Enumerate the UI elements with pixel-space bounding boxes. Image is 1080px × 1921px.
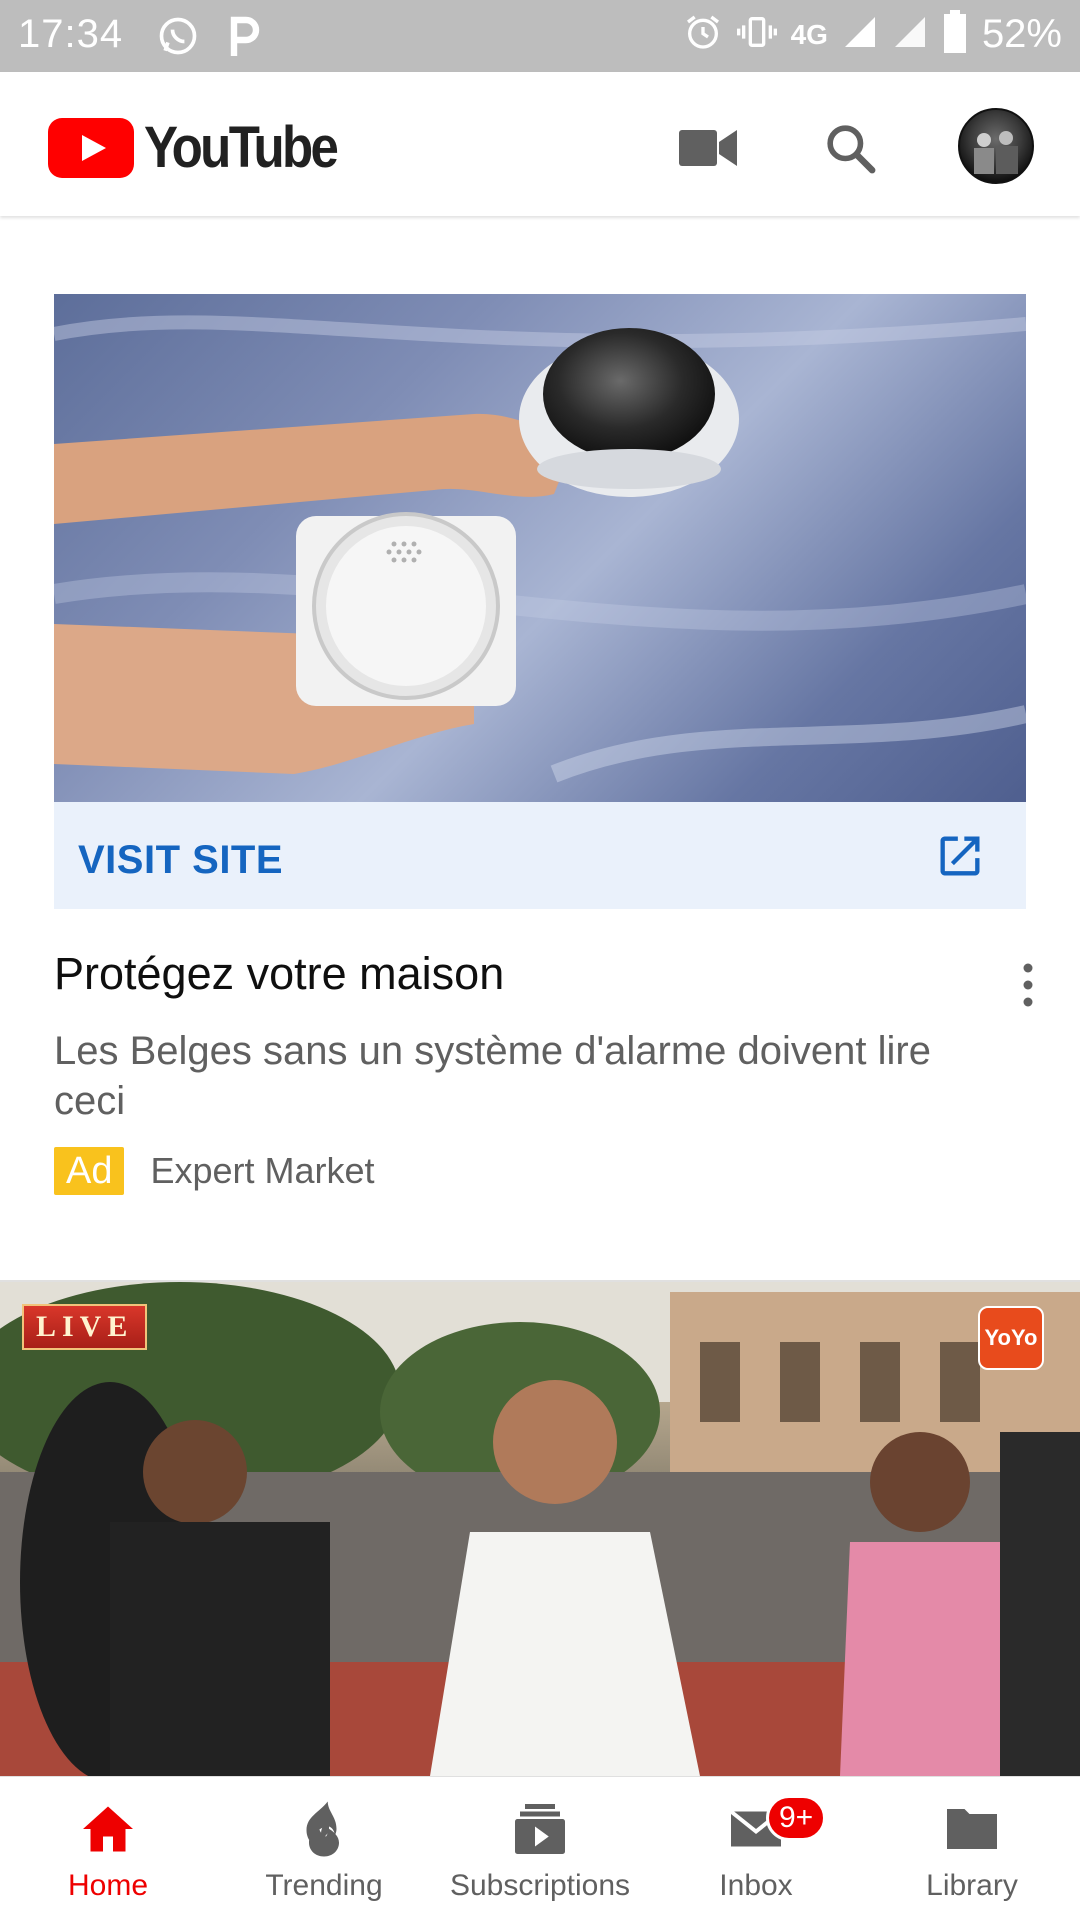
home-icon [83, 1806, 133, 1852]
alarm-icon [683, 12, 723, 57]
visit-site-bar[interactable]: VISIT SITE [54, 802, 1026, 909]
video-thumbnail[interactable]: LIVE YoYo [0, 1282, 1080, 1776]
video-camera-icon [679, 130, 737, 166]
flame-icon [306, 1801, 339, 1857]
battery-percent: 52% [981, 12, 1062, 56]
live-badge: LIVE [22, 1304, 148, 1350]
nav-home[interactable]: Home [0, 1777, 216, 1921]
nav-inbox[interactable]: 9+ Inbox [648, 1777, 864, 1921]
search-button[interactable] [814, 112, 886, 184]
subscriptions-icon [515, 1804, 565, 1854]
ad-badge: Ad [54, 1147, 125, 1195]
app-bar: YouTube [0, 72, 1080, 216]
signal-icon-1 [842, 14, 878, 55]
whatsapp-icon [156, 14, 200, 63]
ad-image[interactable] [54, 294, 1026, 802]
status-bar: 17:34 4G 52% [0, 0, 1080, 72]
nav-library[interactable]: Library [864, 1777, 1080, 1921]
ad-description[interactable]: Les Belges sans un système d'alarme doiv… [54, 1026, 934, 1126]
account-avatar[interactable] [958, 108, 1034, 184]
avatar-photo-icon [974, 131, 1018, 174]
vibrate-icon [736, 12, 777, 57]
live-event-scene [0, 1282, 1080, 1776]
network-type: 4G [790, 18, 828, 50]
p-app-icon [226, 14, 262, 63]
signal-icon-2 [892, 14, 928, 55]
nav-inbox-label: Inbox [719, 1869, 793, 1902]
bottom-navigation: Home Trending Subscriptions 9+ Inbox Lib… [0, 1776, 1080, 1921]
youtube-play-logo-icon [48, 117, 134, 178]
ad-meta: Ad Expert Market [54, 1147, 375, 1195]
more-vertical-icon [1023, 963, 1033, 1007]
ad-title[interactable]: Protégez votre maison [54, 948, 504, 1000]
ad-advertiser[interactable]: Expert Market [150, 1150, 374, 1192]
upload-video-button[interactable] [672, 112, 744, 184]
nav-library-label: Library [926, 1869, 1018, 1902]
ad-more-options-button[interactable] [1016, 960, 1040, 1010]
nav-home-label: Home [67, 1869, 149, 1902]
visit-site-button[interactable]: VISIT SITE [78, 838, 283, 883]
channel-watermark: YoYo [978, 1306, 1044, 1370]
battery-icon [942, 10, 968, 59]
inbox-badge: 9+ [766, 1795, 827, 1841]
status-right: 4G 52% [683, 10, 1062, 59]
open-external-icon[interactable] [934, 830, 986, 882]
nav-subscriptions-label: Subscriptions [449, 1869, 631, 1902]
youtube-wordmark: YouTube [144, 115, 339, 180]
nav-trending[interactable]: Trending [216, 1777, 432, 1921]
status-time: 17:34 [18, 12, 124, 56]
nav-trending-label: Trending [265, 1869, 383, 1902]
security-devices-illustration [54, 315, 1026, 783]
nav-subscriptions[interactable]: Subscriptions [432, 1777, 648, 1921]
search-icon [827, 125, 876, 174]
youtube-logo[interactable]: YouTube [48, 114, 362, 181]
folder-icon [947, 1809, 997, 1849]
